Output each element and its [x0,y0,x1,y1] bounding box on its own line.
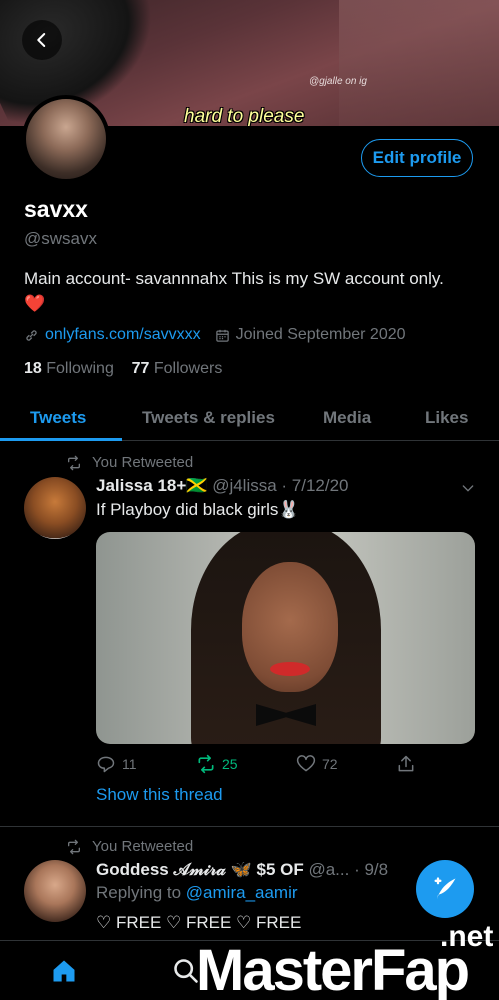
back-button[interactable] [22,20,62,60]
reply-icon [97,756,115,773]
tweet-header: Jalissa 18+🇯🇲 @j4lissa · 7/12/20 [96,476,349,496]
retweet-button[interactable]: 25 [196,754,238,774]
tweet-author-name[interactable]: Goddess 𝒜𝓂𝒾𝓇𝒶 🦋 $5 OF [96,860,304,879]
profile-bio: Main account- savannnahx This is my SW a… [24,266,464,316]
tweet-actions: 11 25 72 [96,754,426,778]
retweet-icon [68,455,80,470]
tweet-header: Goddess 𝒜𝓂𝒾𝓇𝒶 🦋 $5 OF @a... · 9/8 [96,860,388,880]
chevron-down-icon[interactable] [460,480,476,496]
compose-icon [434,877,456,900]
tweet-text: ♡ FREE ♡ FREE ♡ FREE [96,913,302,932]
followers-link[interactable]: 77 Followers [132,360,223,377]
following-count: 18 [24,360,42,377]
retweet-count: 25 [222,756,238,772]
retweet-icon [198,754,214,774]
profile-tabs: Tweets Tweets & replies Media Likes [0,396,499,441]
display-name: savxx [24,196,88,222]
edit-profile-button[interactable]: Edit profile [361,139,473,177]
replying-to: Replying to @amira_aamir [96,883,298,903]
share-icon [398,755,414,772]
followers-label: Followers [153,360,223,377]
replying-to-handle[interactable]: @amira_aamir [186,883,298,902]
retweet-label: You Retweeted [92,454,194,471]
bio-text: Main account- savannnahx This is my SW a… [24,269,444,288]
followers-count: 77 [131,360,150,377]
tab-media[interactable]: Media [323,396,371,440]
banner-caption: hard to please [184,106,305,126]
tweet-media-image[interactable] [96,532,475,744]
replying-to-prefix: Replying to [96,883,182,902]
tab-tweets-replies[interactable]: Tweets & replies [142,396,275,440]
back-arrow-icon [37,33,46,47]
share-button[interactable] [396,754,416,774]
calendar-icon [215,329,229,342]
watermark-main: MasterFap [196,938,470,1000]
tweet-divider [0,826,499,827]
active-tab-indicator [0,438,122,441]
tweet-text: If Playboy did black girls🐰 [96,500,300,519]
tweet-handle-time: @j4lissa · 7/12/20 [212,476,349,495]
tab-likes[interactable]: Likes [425,396,468,440]
profile-meta-row: onlyfans.com/savvxxx Joined September 20… [24,326,406,344]
like-icon [296,755,316,772]
retweet-icon [68,839,80,854]
following-label: Following [46,360,114,377]
tweet-author-name[interactable]: Jalissa 18+🇯🇲 [96,476,207,495]
bio-heart-emoji: ❤️ [24,294,46,313]
reply-button[interactable]: 11 [96,754,137,774]
tab-tweets[interactable]: Tweets [30,396,86,440]
profile-avatar[interactable] [22,95,110,183]
following-link[interactable]: 18 Following [24,360,114,377]
retweet-indicator: You Retweeted [66,838,193,855]
banner-watermark-tag: @gjalle on ig [309,76,367,87]
retweet-indicator: You Retweeted [66,454,193,471]
banner-fabric-shape [339,0,499,126]
tweet-avatar[interactable] [24,860,86,922]
like-button[interactable]: 72 [296,754,338,774]
home-icon[interactable] [50,957,78,985]
tweet-handle-time: @a... · 9/8 [308,860,389,879]
compose-tweet-button[interactable] [416,860,474,918]
profile-link[interactable]: onlyfans.com/savvxxx [45,326,201,344]
profile-handle: @swsavx [24,229,97,248]
joined-date: Joined September 2020 [235,326,406,343]
follow-counts: 18 Following 77 Followers [24,360,222,378]
reply-count: 11 [122,756,137,772]
tweet-avatar[interactable] [24,477,86,539]
like-count: 72 [322,756,338,772]
retweet-label: You Retweeted [92,838,194,855]
media-lips-shape [270,662,310,676]
link-icon [26,329,37,341]
show-thread-link[interactable]: Show this thread [96,785,223,805]
